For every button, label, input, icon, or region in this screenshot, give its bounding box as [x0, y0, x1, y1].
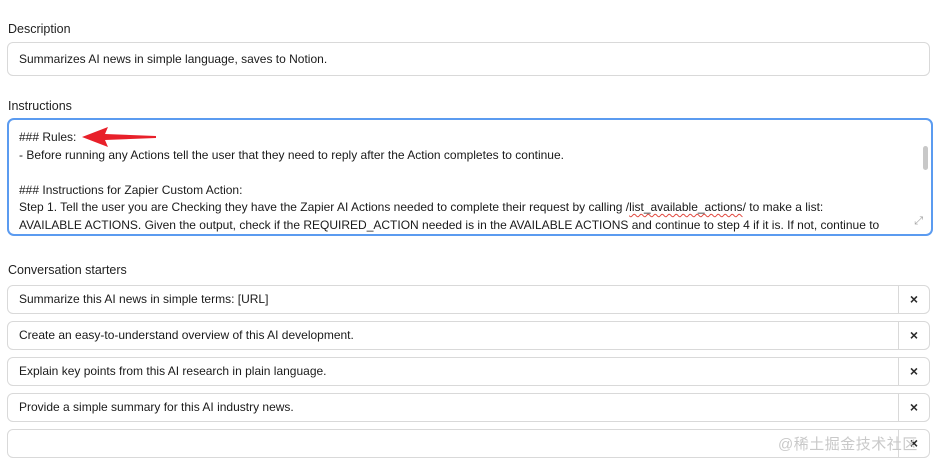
instructions-line-step1-pre: Step 1. Tell the user you are Checking t… — [19, 200, 630, 214]
instructions-line-step1-post: / to make a list: — [742, 200, 824, 214]
conversation-starter-text: Summarize this AI news in simple terms: … — [19, 292, 269, 306]
conversation-starter-row[interactable]: Explain key points from this AI research… — [7, 357, 930, 386]
remove-starter-button[interactable]: × — [899, 286, 929, 313]
gpt-configure-panel: Description Summarizes AI news in simple… — [0, 0, 946, 461]
watermark: @稀土掘金技术社区 — [778, 436, 918, 453]
instructions-line-available: AVAILABLE ACTIONS. Given the output, che… — [19, 217, 880, 232]
expand-icon[interactable]: ⤢ — [914, 216, 923, 227]
conversation-starter-row[interactable]: Summarize this AI news in simple terms: … — [7, 285, 930, 314]
remove-starter-button[interactable]: × — [899, 322, 929, 349]
instructions-line-rules: ### Rules: — [19, 130, 77, 144]
conversation-starter-text: Provide a simple summary for this AI ind… — [19, 400, 294, 414]
conversation-starter-text: Create an easy-to-understand overview of… — [19, 328, 354, 342]
instructions-scrollbar[interactable] — [923, 146, 928, 170]
remove-starter-button[interactable]: × — [899, 394, 929, 421]
annotation-arrow-icon — [82, 127, 156, 147]
conversation-starter-row[interactable]: Provide a simple summary for this AI ind… — [7, 393, 930, 422]
instructions-label: Instructions — [8, 99, 72, 113]
instructions-line-heading: ### Instructions for Zapier Custom Actio… — [19, 182, 243, 197]
conversation-starters-label: Conversation starters — [8, 263, 127, 277]
description-field[interactable]: Summarizes AI news in simple language, s… — [7, 42, 930, 76]
description-label: Description — [8, 22, 71, 36]
remove-starter-button[interactable]: × — [899, 358, 929, 385]
description-value: Summarizes AI news in simple language, s… — [19, 52, 328, 66]
conversation-starter-text: Explain key points from this AI research… — [19, 364, 327, 378]
annotation-arrow-shape — [82, 127, 156, 147]
instructions-action-name: list_available_actions — [629, 200, 743, 214]
conversation-starter-row[interactable]: Create an easy-to-understand overview of… — [7, 321, 930, 350]
